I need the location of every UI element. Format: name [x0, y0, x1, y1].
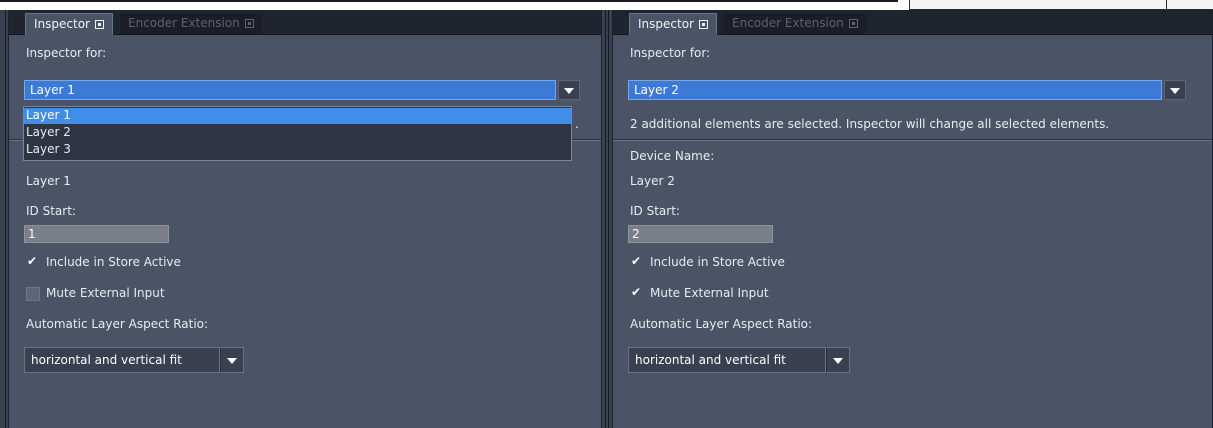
window-top-strip [0, 0, 1213, 10]
panel-splitter[interactable] [602, 10, 612, 428]
tab-label: Inspector [638, 17, 694, 31]
id-start-label: ID Start: [26, 204, 76, 218]
checkbox-label[interactable]: Include in Store Active [650, 255, 785, 269]
inspector-panel-left: Inspector Encoder Extension Inspector fo… [8, 10, 602, 428]
inspector-panel-right: Inspector Encoder Extension Inspector fo… [612, 10, 1213, 428]
tab-inspector[interactable]: Inspector [25, 13, 113, 35]
top-right-field[interactable] [909, 0, 1213, 10]
inspector-for-label: Inspector for: [26, 46, 107, 60]
tab-strip: Inspector Encoder Extension [613, 10, 1212, 35]
triangle-down-icon[interactable] [826, 347, 850, 373]
checkbox-box[interactable] [26, 287, 40, 301]
layer-dropdown-list[interactable]: Layer 1 Layer 2 Layer 3 [23, 106, 572, 161]
tab-encoder-extension[interactable]: Encoder Extension [724, 13, 866, 34]
checkbox-label[interactable]: Mute External Input [46, 286, 165, 300]
aspect-ratio-label: Automatic Layer Aspect Ratio: [26, 317, 209, 331]
triangle-down-icon[interactable] [558, 80, 580, 100]
checkmark-icon: ✔ [631, 254, 642, 268]
left-edge-splitter[interactable] [0, 10, 8, 428]
id-start-label: ID Start: [630, 204, 680, 218]
inspector-for-label: Inspector for: [630, 46, 711, 60]
tab-label: Encoder Extension [732, 16, 844, 30]
aspect-ratio-value[interactable]: horizontal and vertical fit [628, 347, 826, 373]
aspect-ratio-label: Automatic Layer Aspect Ratio: [630, 317, 813, 331]
id-start-input[interactable]: 2 [628, 225, 773, 243]
layer-combobox-value[interactable]: Layer 2 [628, 80, 1162, 100]
close-box-icon[interactable] [244, 19, 254, 28]
top-right-field-divider [1166, 0, 1167, 9]
device-name-value: Layer 1 [26, 174, 71, 188]
aspect-ratio-select[interactable]: horizontal and vertical fit [24, 347, 244, 373]
id-start-input[interactable]: 1 [24, 225, 169, 243]
dropdown-option-layer-1[interactable]: Layer 1 [24, 108, 571, 124]
tab-inspector[interactable]: Inspector [629, 13, 717, 35]
aspect-ratio-value[interactable]: horizontal and vertical fit [24, 347, 220, 373]
section-divider-highlight [613, 140, 1212, 141]
checkbox-label[interactable]: Include in Store Active [46, 255, 181, 269]
checkbox-label[interactable]: Mute External Input [650, 286, 769, 300]
tab-strip: Inspector Encoder Extension [9, 10, 601, 35]
dropdown-option-layer-2[interactable]: Layer 2 [24, 125, 571, 141]
dropdown-option-layer-3[interactable]: Layer 3 [24, 142, 571, 158]
info-message-truncated: . [575, 117, 579, 131]
layer-combobox[interactable]: Layer 2 [628, 80, 1188, 100]
checkmark-icon: ✔ [631, 285, 642, 299]
close-box-icon[interactable] [848, 19, 858, 28]
triangle-down-icon[interactable] [220, 347, 244, 373]
layer-combobox[interactable]: Layer 1 [24, 80, 582, 100]
checkbox-box[interactable]: ✔ [630, 285, 644, 301]
close-box-icon[interactable] [698, 20, 708, 29]
tab-label: Encoder Extension [128, 16, 240, 30]
layer-combobox-value[interactable]: Layer 1 [24, 80, 556, 100]
checkbox-box[interactable]: ✔ [26, 254, 40, 270]
triangle-down-icon[interactable] [1164, 80, 1186, 100]
top-border-line [0, 0, 898, 2]
close-box-icon[interactable] [94, 20, 104, 29]
checkmark-icon: ✔ [27, 254, 38, 268]
tab-encoder-extension[interactable]: Encoder Extension [120, 13, 262, 34]
device-name-label: Device Name: [630, 149, 715, 163]
device-name-value: Layer 2 [630, 174, 675, 188]
info-message: 2 additional elements are selected. Insp… [630, 117, 1110, 131]
tab-label: Inspector [34, 17, 90, 31]
checkbox-box[interactable]: ✔ [630, 254, 644, 270]
aspect-ratio-select[interactable]: horizontal and vertical fit [628, 347, 850, 373]
